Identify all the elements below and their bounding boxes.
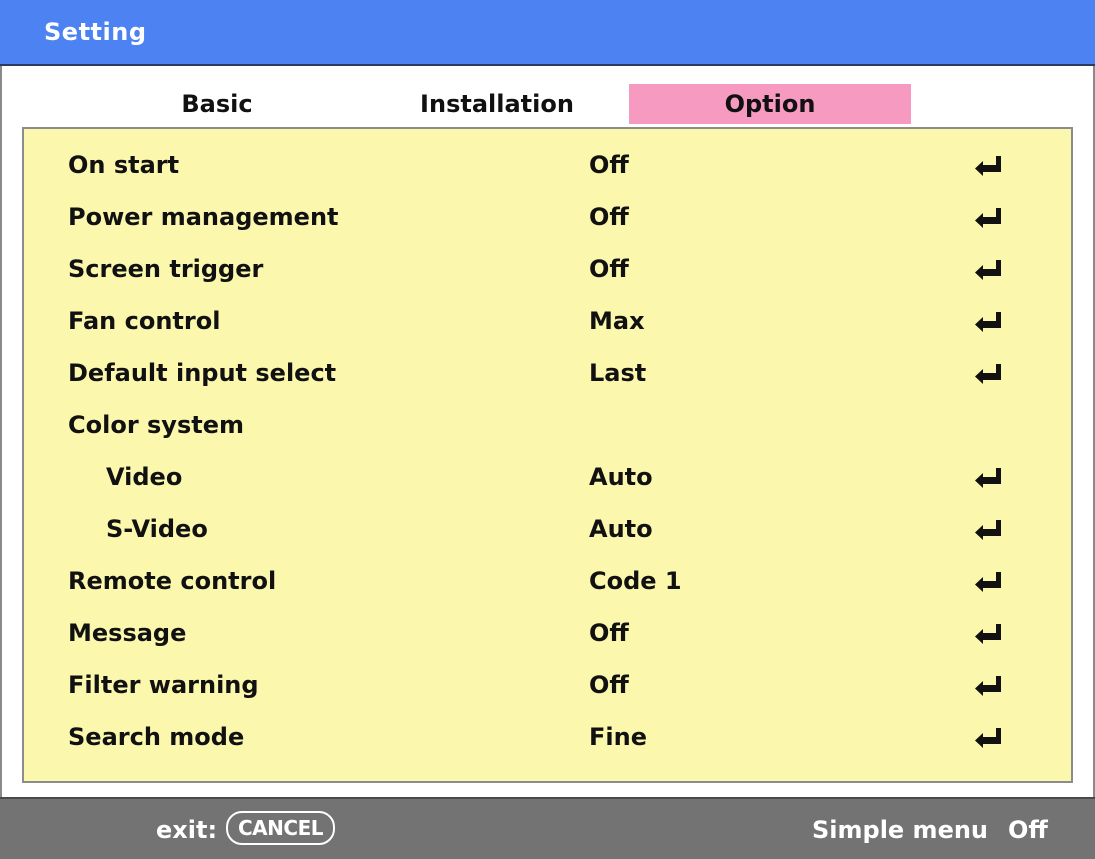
setting-row-color-system: Color system: [24, 401, 1071, 453]
setting-value: Off: [589, 671, 629, 699]
simple-menu-label: Simple menu: [812, 816, 989, 844]
setting-label: Fan control: [68, 307, 221, 335]
enter-icon[interactable]: [974, 571, 1004, 593]
setting-value: Fine: [589, 723, 647, 751]
setting-value: Auto: [589, 515, 653, 543]
tab-installation[interactable]: Installation: [402, 84, 592, 124]
setting-label: Screen trigger: [68, 255, 264, 283]
setting-row-filter-warning[interactable]: Filter warning Off: [24, 661, 1071, 713]
exit-label: exit:: [156, 816, 218, 844]
enter-icon[interactable]: [974, 155, 1004, 177]
setting-row-on-start[interactable]: On start Off: [24, 141, 1071, 193]
simple-menu-value[interactable]: Off: [1008, 816, 1048, 844]
setting-row-fan-control[interactable]: Fan control Max: [24, 297, 1071, 349]
setting-label: Remote control: [68, 567, 277, 595]
setting-row-remote-control[interactable]: Remote control Code 1: [24, 557, 1071, 609]
enter-icon[interactable]: [974, 727, 1004, 749]
status-bar: exit: CANCEL Simple menu Off: [0, 797, 1095, 859]
setting-label: Video: [106, 463, 183, 491]
setting-row-search-mode[interactable]: Search mode Fine: [24, 713, 1071, 765]
option-panel: On start Off Power management Off Screen…: [22, 127, 1073, 783]
enter-icon[interactable]: [974, 675, 1004, 697]
setting-value: Auto: [589, 463, 653, 491]
enter-icon[interactable]: [974, 311, 1004, 333]
window-title: Setting: [44, 18, 147, 46]
setting-value: Last: [589, 359, 647, 387]
setting-value: Off: [589, 151, 629, 179]
enter-icon[interactable]: [974, 259, 1004, 281]
title-bar: Setting: [0, 0, 1095, 66]
setting-label: Default input select: [68, 359, 337, 387]
tab-bar: Basic Installation Option: [2, 66, 1093, 128]
setting-value: Off: [589, 255, 629, 283]
setting-label: Message: [68, 619, 187, 647]
tab-basic[interactable]: Basic: [142, 84, 292, 124]
setting-value: Off: [589, 203, 629, 231]
setting-row-default-input-select[interactable]: Default input select Last: [24, 349, 1071, 401]
settings-frame: Basic Installation Option On start Off P…: [0, 66, 1095, 797]
enter-icon[interactable]: [974, 467, 1004, 489]
setting-row-message[interactable]: Message Off: [24, 609, 1071, 661]
setting-label: Search mode: [68, 723, 245, 751]
enter-icon[interactable]: [974, 623, 1004, 645]
setting-label: Power management: [68, 203, 339, 231]
setting-window: Setting Basic Installation Option On sta…: [0, 0, 1095, 859]
setting-label: S-Video: [106, 515, 208, 543]
setting-value: Code 1: [589, 567, 682, 595]
setting-row-s-video[interactable]: S-Video Auto: [24, 505, 1071, 557]
tab-option[interactable]: Option: [629, 84, 911, 124]
setting-row-video[interactable]: Video Auto: [24, 453, 1071, 505]
cancel-button[interactable]: CANCEL: [226, 811, 335, 845]
setting-value: Max: [589, 307, 645, 335]
enter-icon[interactable]: [974, 363, 1004, 385]
setting-label: Filter warning: [68, 671, 259, 699]
setting-row-screen-trigger[interactable]: Screen trigger Off: [24, 245, 1071, 297]
setting-row-power-management[interactable]: Power management Off: [24, 193, 1071, 245]
enter-icon[interactable]: [974, 519, 1004, 541]
setting-group-label: Color system: [68, 411, 244, 439]
setting-label: On start: [68, 151, 180, 179]
enter-icon[interactable]: [974, 207, 1004, 229]
setting-value: Off: [589, 619, 629, 647]
